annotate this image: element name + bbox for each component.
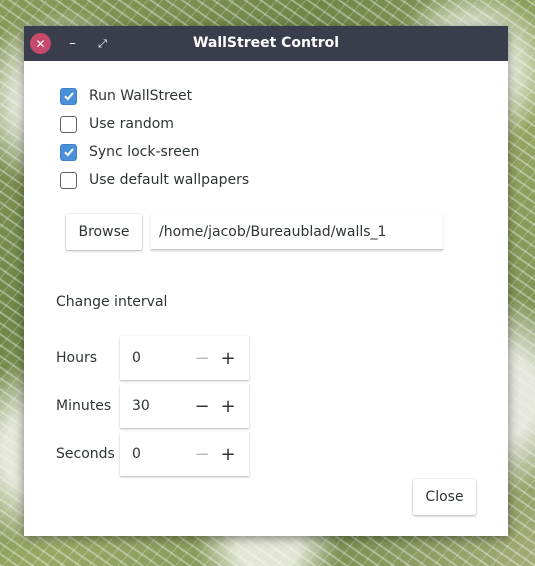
hours-value[interactable]: 0	[132, 336, 141, 380]
hours-label: Hours	[56, 350, 98, 366]
use-random-option[interactable]: Use random	[60, 114, 174, 134]
seconds-label: Seconds	[56, 446, 115, 462]
sync-lock-screen-checkbox[interactable]	[60, 143, 77, 161]
run-wallstreet-checkbox[interactable]	[60, 87, 77, 105]
sync-lock-screen-option[interactable]: Sync lock-sreen	[60, 142, 199, 162]
use-random-checkbox[interactable]	[60, 115, 77, 133]
use-random-label: Use random	[89, 116, 174, 132]
use-default-wallpapers-option[interactable]: Use default wallpapers	[60, 170, 249, 190]
hours-increment-button[interactable]: +	[217, 336, 239, 380]
wallpaper-path-field[interactable]	[151, 214, 443, 250]
titlebar: ✕ – ⤢ WallStreet Control	[24, 26, 508, 61]
wallstreet-control-window: ✕ – ⤢ WallStreet Control Run WallStreet …	[24, 26, 508, 536]
window-title: WallStreet Control	[192, 35, 340, 51]
close-button[interactable]: Close	[413, 479, 476, 515]
change-interval-label: Change interval	[56, 294, 168, 310]
use-default-wallpapers-checkbox[interactable]	[60, 171, 77, 189]
run-wallstreet-label: Run WallStreet	[89, 88, 193, 104]
run-wallstreet-option[interactable]: Run WallStreet	[60, 86, 192, 106]
hours-decrement-button[interactable]: −	[191, 336, 213, 380]
sync-lock-screen-label: Sync lock-sreen	[89, 144, 200, 160]
minutes-label: Minutes	[56, 398, 112, 414]
minutes-decrement-button[interactable]: −	[191, 384, 213, 428]
seconds-value[interactable]: 0	[132, 432, 141, 476]
browse-button[interactable]: Browse	[66, 214, 142, 250]
hours-spinbutton[interactable]: 0 − +	[120, 336, 249, 380]
minutes-value[interactable]: 30	[132, 384, 150, 428]
checkmark-icon	[63, 148, 74, 157]
use-default-wallpapers-label: Use default wallpapers	[89, 172, 250, 188]
seconds-increment-button[interactable]: +	[217, 432, 239, 476]
minutes-spinbutton[interactable]: 30 − +	[120, 384, 249, 428]
checkmark-icon	[63, 92, 74, 101]
minutes-increment-button[interactable]: +	[217, 384, 239, 428]
seconds-decrement-button[interactable]: −	[191, 432, 213, 476]
seconds-spinbutton[interactable]: 0 − +	[120, 432, 249, 476]
